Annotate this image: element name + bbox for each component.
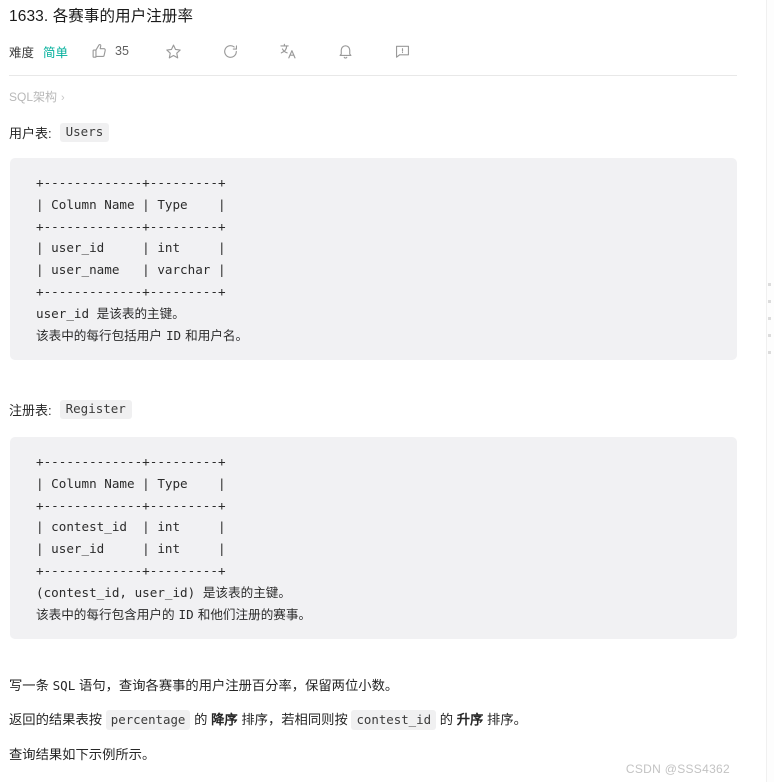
difficulty-label: 难度 (9, 45, 35, 60)
share-button[interactable] (222, 39, 239, 63)
outer-scrollbar-thumb[interactable] (768, 283, 772, 369)
bell-icon (337, 43, 354, 60)
users-ascii-table: +-------------+---------+ | Column Name … (36, 175, 226, 299)
desc-order-asc: 升序 (456, 712, 484, 727)
desc-2-d: 的 (436, 712, 457, 727)
register-note-row-prefix: 该表中的每行包含用户的 (36, 606, 179, 622)
like-count: 35 (115, 44, 129, 58)
users-note-key-mono: user_id (36, 305, 97, 321)
watermark: CSDN @SSS4362 (625, 762, 730, 776)
desc-2-a: 返回的结果表按 (9, 712, 106, 727)
desc-order-desc: 降序 (211, 712, 238, 727)
feedback-button[interactable] (394, 39, 411, 63)
register-schema-code-block: +-------------+---------+ | Column Name … (10, 437, 737, 640)
contest-id-chip: contest_id (351, 710, 437, 730)
breadcrumb-label: SQL架构 (9, 90, 58, 104)
users-table-caption: 用户表: Users (9, 123, 110, 142)
inner-scrollbar-track[interactable] (755, 0, 763, 782)
users-note-row-prefix: 该表中的每行包括用户 (36, 327, 166, 343)
thumbs-up-icon (91, 43, 108, 60)
users-note-row-mono: ID (165, 327, 182, 343)
register-note-key-mono: (contest_id, user_id) (36, 584, 203, 600)
desc-1-sql: SQL (52, 678, 76, 693)
scrollbar-dot (768, 300, 771, 303)
users-note-key-cn: 是该表的主键。 (96, 305, 185, 321)
description-line-3: 查询结果如下示例所示。 (9, 747, 156, 762)
difficulty-badge: 简单 (43, 45, 69, 60)
register-ascii-table: +-------------+---------+ | Column Name … (36, 454, 226, 578)
desc-2-c: 排序，若相同则按 (237, 712, 352, 727)
users-note-row-suffix: 和用户名。 (181, 327, 249, 343)
description-line-1: 写一条 SQL 语句，查询各赛事的用户注册百分率，保留两位小数。 (9, 676, 398, 696)
like-button[interactable]: 35 (91, 39, 129, 63)
header-divider (9, 75, 737, 76)
desc-1-b: 语句，查询各赛事的用户注册百分率，保留两位小数。 (75, 678, 399, 693)
desc-2-e: 排序。 (483, 712, 527, 727)
star-icon (165, 43, 182, 60)
breadcrumb[interactable]: SQL架构 › (9, 88, 65, 105)
register-note-row-suffix: 和他们注册的赛事。 (193, 606, 312, 622)
favorite-button[interactable] (165, 39, 182, 63)
scrollbar-dot (768, 283, 771, 286)
scrollbar-dot (768, 351, 771, 354)
translate-button[interactable] (279, 39, 297, 63)
percentage-chip: percentage (105, 710, 191, 730)
scrollbar-dot (768, 334, 771, 337)
users-schema-code-block: +-------------+---------+ | Column Name … (10, 158, 737, 361)
outer-scrollbar-track[interactable] (766, 0, 774, 782)
translate-icon (279, 42, 297, 60)
desc-2-b: 的 (190, 712, 212, 727)
chevron-right-icon: › (61, 92, 65, 104)
speech-bubble-alert-icon (394, 43, 411, 60)
description-line-2: 返回的结果表按 percentage 的 降序 排序，若相同则按 contest… (9, 710, 527, 730)
problem-page: 1633. 各赛事的用户注册率 难度 简单 35 SQL架构 › 用户表: Us… (0, 0, 752, 782)
register-table-caption-label: 注册表: (9, 403, 52, 418)
notify-button[interactable] (337, 39, 354, 63)
users-table-caption-label: 用户表: (9, 126, 52, 141)
register-note-row-mono: ID (178, 606, 194, 622)
users-table-name-chip: Users (59, 123, 110, 142)
page-title: 1633. 各赛事的用户注册率 (9, 8, 194, 25)
share-refresh-icon (222, 43, 239, 60)
desc-1-a: 写一条 (9, 678, 53, 693)
register-table-caption: 注册表: Register (9, 400, 132, 419)
register-note-key-cn: 是该表的主键。 (202, 584, 291, 600)
problem-meta-toolbar: 难度 简单 35 (9, 39, 411, 63)
scrollbar-dot (768, 317, 771, 320)
register-table-name-chip: Register (59, 400, 132, 419)
